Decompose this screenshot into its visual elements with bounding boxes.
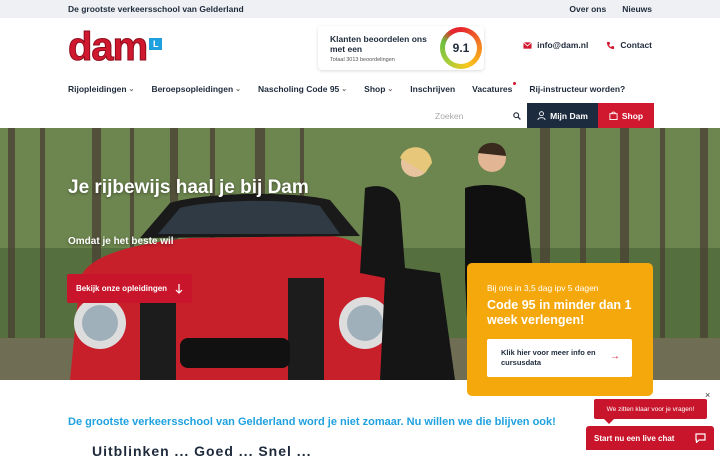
- shop-label: Shop: [621, 110, 644, 121]
- mijn-dam-button[interactable]: Mijn Dam: [527, 103, 598, 128]
- search-placeholder: Zoeken: [435, 110, 464, 121]
- nav-label: Shop: [364, 84, 386, 94]
- top-bar: De grootste verkeersschool van Gelderlan…: [0, 0, 720, 18]
- nav-rij-instructeur-worden[interactable]: Rij-instructeur worden?: [529, 84, 625, 94]
- email-text: info@dam.nl: [537, 40, 589, 50]
- top-bar-links: Over ons Nieuws: [569, 4, 652, 14]
- section-tagline: De grootste verkeersschool van Gelderlan…: [68, 416, 556, 428]
- contact-link[interactable]: Contact: [606, 40, 652, 50]
- nav-vacatures[interactable]: Vacatures: [472, 82, 517, 94]
- hero-headline: Je rijbewijs haal je bij Dam: [68, 177, 309, 198]
- partial-heading: Uitblinken ... Goed ... Snel ...: [92, 443, 312, 459]
- nav-label: Rijopleidingen: [68, 84, 127, 94]
- shopping-bag-icon: [609, 111, 618, 120]
- logo-badge: L: [149, 38, 163, 50]
- nav-label: Beroepsopleidingen: [151, 84, 234, 94]
- user-icon: [537, 111, 546, 120]
- mijn-dam-label: Mijn Dam: [550, 110, 588, 121]
- view-trainings-label: Bekijk onze opleidingen: [75, 284, 168, 293]
- nav-shop[interactable]: Shop ⌄: [364, 84, 393, 94]
- live-chat-button[interactable]: Start nu een live chat: [586, 426, 714, 450]
- logo[interactable]: dam L: [67, 25, 163, 69]
- arrow-right-icon: →: [610, 351, 620, 362]
- contact-text: Contact: [620, 40, 652, 50]
- nav-inschrijven[interactable]: Inschrijven: [410, 84, 455, 94]
- link-nieuws[interactable]: Nieuws: [622, 4, 652, 14]
- promo-title: Code 95 in minder dan 1 week verlengen!: [487, 298, 632, 327]
- nav-label: Nascholing Code 95: [258, 84, 340, 94]
- code95-promo-card: Bij ons in 3,5 dag ipv 5 dagen Code 95 i…: [467, 263, 653, 396]
- chevron-down-icon: ⌄: [235, 86, 242, 93]
- contact-links: info@dam.nl Contact: [523, 40, 652, 50]
- chevron-down-icon: ⌄: [128, 86, 135, 93]
- nav-label: Inschrijven: [410, 84, 456, 94]
- rating-score: 9.1: [445, 32, 477, 64]
- header: dam L Klanten beoordelen ons met een Tot…: [0, 18, 720, 76]
- rating-total: Totaal 3013 beoordelingen: [330, 56, 395, 63]
- chevron-down-icon: ⌄: [341, 86, 348, 93]
- promo-button-label: Klik hier voor meer info en cursusdata: [501, 348, 596, 367]
- chat-bubble[interactable]: We zitten klaar voor je vragen!: [594, 399, 707, 424]
- view-trainings-button[interactable]: Bekijk onze opleidingen: [67, 274, 192, 303]
- link-over-ons[interactable]: Over ons: [569, 4, 606, 14]
- chat-icon: [695, 433, 706, 443]
- main-nav: Rijopleidingen ⌄ Beroepsopleidingen ⌄ Nasc…: [0, 76, 720, 102]
- phone-icon: [607, 41, 615, 49]
- envelope-icon: [523, 41, 532, 49]
- live-chat-label: Start nu een live chat: [594, 433, 675, 443]
- chevron-down-icon: ⌄: [387, 86, 394, 93]
- notification-dot: [513, 82, 517, 85]
- promo-small-text: Bij ons in 3,5 dag ipv 5 dagen: [487, 283, 599, 293]
- nav-rijopleidingen[interactable]: Rijopleidingen ⌄: [68, 84, 134, 94]
- promo-info-button[interactable]: Klik hier voor meer info en cursusdata →: [487, 339, 632, 377]
- rating-card[interactable]: Klanten beoordelen ons met een Totaal 30…: [318, 26, 484, 70]
- nav-nascholing-code-95[interactable]: Nascholing Code 95 ⌄: [258, 84, 347, 94]
- top-bar-tagline: De grootste verkeersschool van Gelderlan…: [68, 4, 244, 14]
- arrow-down-icon: [175, 283, 183, 294]
- shop-button[interactable]: Shop: [598, 103, 654, 128]
- search-account-bar: Zoeken Mijn Dam Shop: [424, 103, 654, 128]
- search-input[interactable]: Zoeken: [424, 103, 527, 128]
- logo-text: dam: [67, 25, 148, 69]
- nav-label: Vacatures: [472, 84, 513, 94]
- search-icon[interactable]: [513, 111, 521, 120]
- nav-label: Rij-instructeur worden?: [529, 84, 626, 94]
- email-link[interactable]: info@dam.nl: [523, 40, 588, 50]
- rating-score-ring: 9.1: [440, 27, 482, 69]
- nav-beroepsopleidingen[interactable]: Beroepsopleidingen ⌄: [151, 84, 241, 94]
- rating-title: Klanten beoordelen ons met een: [330, 33, 427, 54]
- hero-subline: Omdat je het beste wil: [68, 236, 174, 247]
